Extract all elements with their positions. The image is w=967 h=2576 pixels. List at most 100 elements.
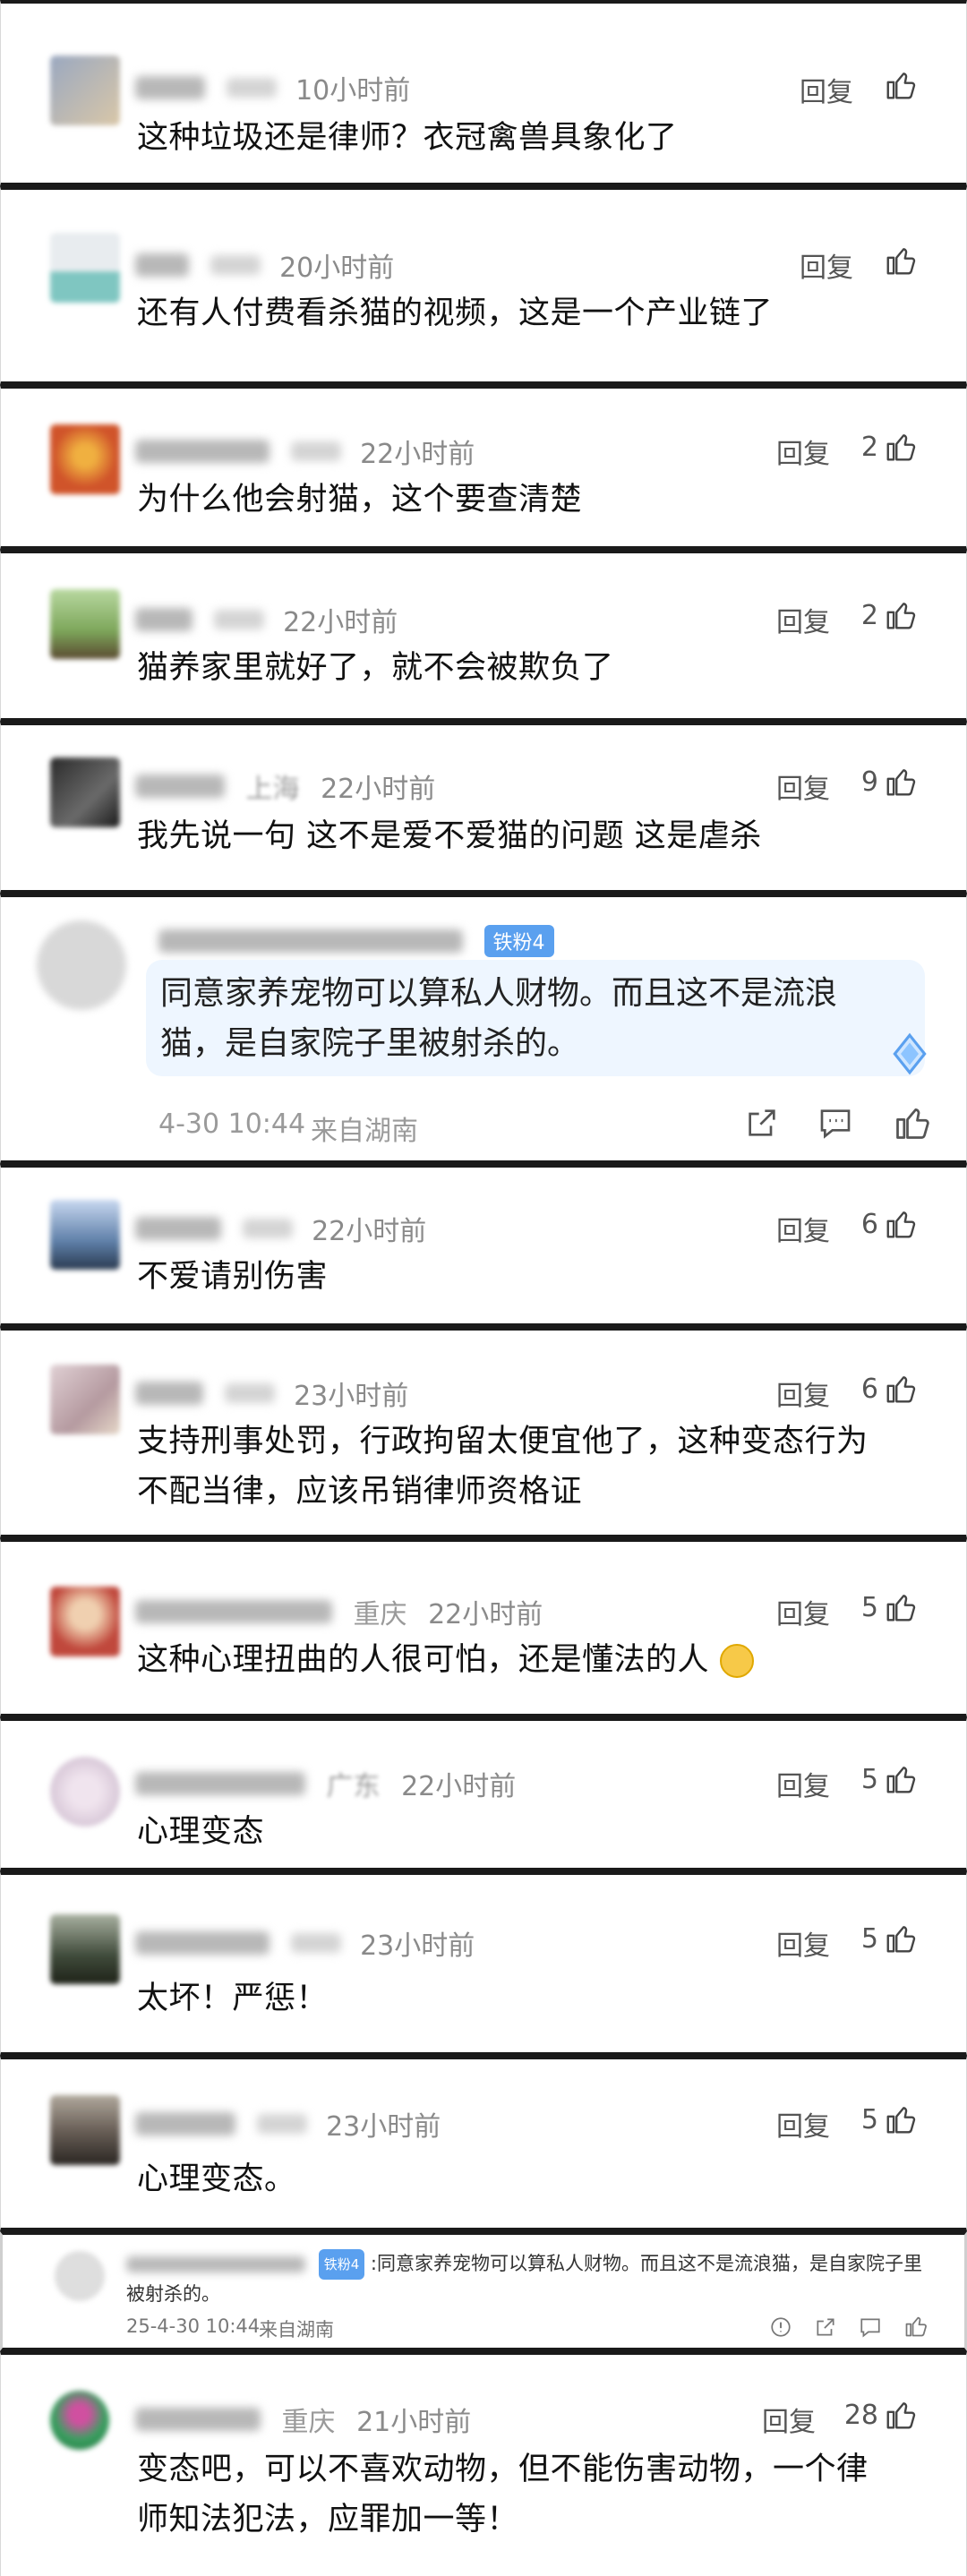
comment-text: 我先说一句 这不是爱不爱猫的问题 这是虐杀 [137, 818, 762, 854]
reply-button[interactable]: 回复 [776, 1764, 830, 1803]
like-count: 5 [860, 1923, 878, 1955]
like-count: 6 [860, 1374, 878, 1405]
username-blurred [135, 2112, 235, 2135]
username-blurred [135, 1931, 270, 1955]
avatar[interactable] [50, 424, 120, 494]
weibo-reply-bubble: 同意家养宠物可以算私人财物。而且这不是流浪 猫，是自家院子里被射杀的。 [146, 960, 925, 1076]
location-blurred [224, 1383, 275, 1403]
share-icon[interactable] [744, 1105, 780, 1141]
like-count: 9 [860, 766, 878, 798]
comment-meta: 23小时前 [135, 1374, 409, 1412]
comment-meta: 23小时前 [135, 2104, 441, 2143]
thumbs-up-icon[interactable] [884, 1590, 918, 1624]
comment-card: 重庆 21小时前 回复 28 变态吧，可以不喜欢动物，但不能伤害动物，一个律 师… [0, 2351, 967, 2576]
quote-reply-text-line: :同意家养宠物可以算私人财物。而且这不是流浪猫，是自家院子里 [370, 2253, 922, 2274]
username-blurred [135, 2408, 261, 2431]
thumbs-up-icon[interactable] [884, 765, 918, 799]
thumbs-up-icon[interactable] [884, 1762, 918, 1796]
thumbs-up-icon[interactable] [884, 598, 918, 632]
location-blurred [242, 1219, 293, 1238]
avatar[interactable] [50, 589, 120, 659]
reply-button[interactable]: 回复 [776, 1592, 830, 1631]
reply-button[interactable]: 回复 [776, 2104, 830, 2144]
reply-button[interactable]: 回复 [800, 245, 853, 285]
thumbs-up-icon[interactable] [893, 1103, 932, 1143]
thumbs-up-icon[interactable] [903, 2314, 928, 2339]
like-count: 5 [860, 2104, 878, 2135]
comment-text: 不爱请别伤害 [137, 1259, 329, 1295]
comment-time: 22小时前 [321, 774, 436, 805]
avatar[interactable] [50, 1914, 120, 1984]
comment-text: 猫养家里就好了，就不会被欺负了 [137, 650, 614, 686]
fan-badge: 铁粉4 [318, 2249, 365, 2280]
username-blurred [135, 253, 189, 277]
reply-button[interactable]: 回复 [776, 1923, 830, 1963]
thumbs-up-icon[interactable] [884, 2102, 918, 2136]
comment-text: 心理变态。 [137, 2161, 296, 2197]
avatar[interactable] [50, 1757, 120, 1827]
avatar[interactable] [50, 757, 120, 827]
report-icon[interactable] [769, 2315, 792, 2339]
comment-card: 23小时前 回复 5 太坏！严惩！ [0, 1871, 967, 2056]
comment-text-line: 变态吧，可以不喜欢动物，但不能伤害动物，一个律 [137, 2452, 869, 2487]
avatar[interactable] [50, 1200, 120, 1270]
comment-card: 23小时前 回复 5 心理变态。 [0, 2056, 967, 2231]
thumbs-up-icon[interactable] [884, 430, 918, 464]
avatar[interactable] [50, 2095, 120, 2165]
location-blurred [213, 610, 264, 629]
comment-card: 20小时前 回复 还有人付费看杀猫的视频，这是一个产业链了 [0, 186, 967, 385]
location-blurred [210, 255, 261, 275]
comment-card: 10小时前 回复 这种垃圾还是律师？衣冠禽兽具象化了 [0, 0, 967, 186]
comment-meta: 22小时前 [135, 432, 475, 470]
avatar[interactable] [50, 56, 120, 125]
thumbs-up-icon[interactable] [884, 68, 918, 102]
reply-button[interactable]: 回复 [776, 432, 830, 471]
comment-text-line: 不配当律，应该吊销律师资格证 [137, 1474, 583, 1510]
reply-button[interactable]: 回复 [776, 766, 830, 806]
comment-time: 22小时前 [312, 1216, 427, 1247]
comment-card: 22小时前 回复 6 不爱请别伤害 [0, 1164, 967, 1327]
comment-text: 变态吧，可以不喜欢动物，但不能伤害动物，一个律 师知法犯法，应罪加一等！ [137, 2444, 869, 2545]
avatar[interactable] [55, 2251, 105, 2301]
weibo-reply-header: 铁粉4 [158, 924, 554, 960]
reply-button[interactable]: 回复 [776, 600, 830, 639]
quote-reply-source: 来自湖南 [259, 2319, 334, 2341]
smile-emoji-icon [719, 1644, 754, 1678]
comment-location: 上海 [245, 774, 300, 805]
location-blurred [256, 2114, 307, 2134]
thumbs-up-icon[interactable] [884, 244, 918, 278]
comment-card: 重庆 22小时前 回复 5 这种心理扭曲的人很可怕，还是懂法的人 [0, 1538, 967, 1717]
reply-button[interactable]: 回复 [776, 1374, 830, 1413]
comment-card: 22小时前 回复 2 猫养家里就好了，就不会被欺负了 [0, 550, 967, 722]
avatar[interactable] [50, 1587, 120, 1656]
diamond-decoration-icon [893, 1032, 927, 1075]
avatar[interactable] [50, 233, 120, 303]
username-blurred [135, 775, 225, 798]
avatar[interactable] [50, 1365, 120, 1434]
username-blurred [135, 76, 205, 99]
avatar[interactable] [50, 2391, 109, 2450]
comment-time: 23小时前 [294, 1381, 409, 1412]
location-blurred [226, 78, 277, 98]
like-count: 6 [860, 1209, 878, 1240]
thumbs-up-icon[interactable] [884, 2398, 918, 2432]
reply-button[interactable]: 回复 [776, 1209, 830, 1248]
like-count: 5 [860, 1764, 878, 1795]
reply-button[interactable]: 回复 [762, 2400, 816, 2439]
quote-reply-card: 铁粉4 :同意家养宠物可以算私人财物。而且这不是流浪猫，是自家院子里 被射杀的。… [0, 2231, 967, 2351]
comment-icon[interactable] [817, 1105, 853, 1141]
comment-time: 22小时前 [283, 607, 398, 638]
comment-card: 广东 22小时前 回复 5 心理变态 [0, 1717, 967, 1871]
thumbs-up-icon[interactable] [884, 1921, 918, 1956]
comment-text-line: 师知法犯法，应罪加一等！ [137, 2502, 519, 2537]
comment-location: 广东 [326, 1771, 381, 1802]
comment-text: 还有人付费看杀猫的视频，这是一个产业链了 [137, 295, 774, 331]
thumbs-up-icon[interactable] [884, 1207, 918, 1241]
comment-text: 这种心理扭曲的人很可怕，还是懂法的人 [137, 1635, 754, 1685]
reply-button[interactable]: 回复 [800, 70, 853, 109]
comment-icon[interactable] [859, 2315, 882, 2339]
avatar[interactable] [37, 920, 126, 1010]
thumbs-up-icon[interactable] [884, 1372, 918, 1406]
like-count: 2 [860, 600, 878, 631]
share-icon[interactable] [814, 2315, 837, 2339]
